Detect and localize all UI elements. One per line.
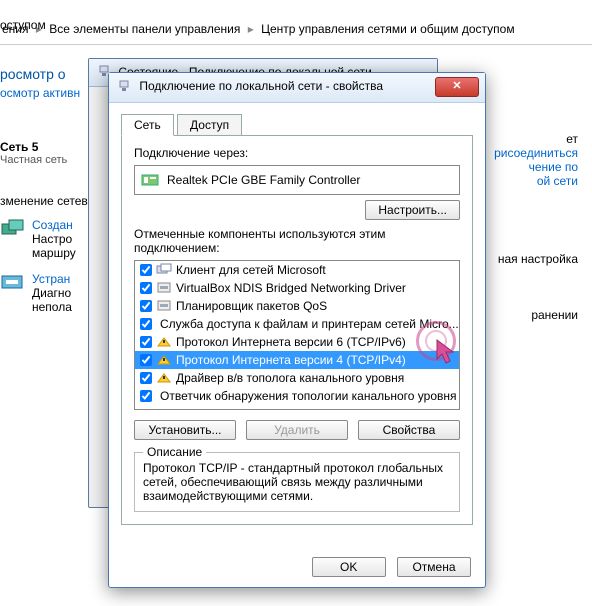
description-legend: Описание xyxy=(143,445,206,459)
item-label: Протокол Интернета версии 4 (TCP/IPv4) xyxy=(176,353,406,367)
list-item[interactable]: VirtualBox NDIS Bridged Networking Drive… xyxy=(135,279,459,297)
description-text: Протокол TCP/IP - стандартный протокол г… xyxy=(143,461,443,503)
protocol-icon xyxy=(156,335,172,349)
item-label: Ответчик обнаружения топологии канальног… xyxy=(160,389,457,403)
item-checkbox[interactable] xyxy=(140,336,152,348)
list-item[interactable]: Протокол Интернета версии 6 (TCP/IPv6) xyxy=(135,333,459,351)
item-label: Планировщик пакетов QoS xyxy=(176,299,327,313)
components-label: Отмеченные компоненты используются этим … xyxy=(134,227,460,255)
breadcrumb-item[interactable]: Все элементы панели управления xyxy=(49,22,240,36)
right-panel-partial: ет рисоединиться чение по ой сети ная на… xyxy=(494,132,578,322)
item-checkbox[interactable] xyxy=(140,300,152,312)
tab-network[interactable]: Сеть xyxy=(121,114,174,136)
adapter-icon xyxy=(141,171,161,189)
service-icon xyxy=(156,299,172,313)
properties-dialog: Подключение по локальной сети - свойства… xyxy=(108,72,486,588)
dialog-title: Подключение по локальной сети - свойства xyxy=(139,79,383,93)
list-item[interactable]: Планировщик пакетов QoS xyxy=(135,297,459,315)
ok-button[interactable]: OK xyxy=(312,557,386,577)
configure-button[interactable]: Настроить... xyxy=(365,200,460,220)
breadcrumb: ения ▸ Все элементы панели управления ▸ … xyxy=(0,14,592,45)
breadcrumb-item[interactable]: Центр управления сетями и общим доступом xyxy=(261,22,515,36)
network-icon xyxy=(117,79,131,93)
service-icon xyxy=(156,281,172,295)
list-item[interactable]: Клиент для сетей Microsoft xyxy=(135,261,459,279)
item-checkbox[interactable] xyxy=(140,264,152,276)
item-checkbox[interactable] xyxy=(140,318,152,330)
item-label: Служба доступа к файлам и принтерам сете… xyxy=(160,317,459,331)
window-title-partial: оступом xyxy=(0,14,46,32)
components-list[interactable]: Клиент для сетей Microsoft VirtualBox ND… xyxy=(134,260,460,410)
description-text: непола xyxy=(32,300,72,314)
item-checkbox[interactable] xyxy=(140,372,152,384)
create-connection-link[interactable]: Создан xyxy=(32,218,73,232)
item-label: Драйвер в/в тополога канального уровня xyxy=(176,371,404,385)
new-connection-icon xyxy=(0,218,28,240)
adapter-field[interactable]: Realtek PCIe GBE Family Controller xyxy=(134,165,460,195)
titlebar[interactable]: Подключение по локальной сети - свойства… xyxy=(109,73,485,103)
description-text: маршру xyxy=(32,246,76,260)
troubleshoot-link[interactable]: Устран xyxy=(32,272,70,286)
close-icon: ✕ xyxy=(452,80,461,92)
page-heading-partial: росмотр о xyxy=(0,66,66,82)
list-item[interactable]: Драйвер в/в тополога канального уровня xyxy=(135,369,459,387)
description-text: Диагно xyxy=(32,286,71,300)
item-checkbox[interactable] xyxy=(140,354,152,366)
item-label: Клиент для сетей Microsoft xyxy=(176,263,326,277)
client-icon xyxy=(156,263,172,277)
description-group: Описание Протокол TCP/IP - стандартный п… xyxy=(134,452,460,512)
item-label: Протокол Интернета версии 6 (TCP/IPv6) xyxy=(176,335,406,349)
connect-via-label: Подключение через: xyxy=(134,146,460,160)
close-button[interactable]: ✕ xyxy=(435,77,479,97)
chevron-right-icon: ▸ xyxy=(248,22,254,36)
protocol-icon xyxy=(156,371,172,385)
item-label: VirtualBox NDIS Bridged Networking Drive… xyxy=(176,281,406,295)
item-checkbox[interactable] xyxy=(140,390,152,402)
list-item-selected[interactable]: Протокол Интернета версии 4 (TCP/IPv4) xyxy=(135,351,459,369)
remove-button: Удалить xyxy=(246,420,348,440)
properties-button[interactable]: Свойства xyxy=(358,420,460,440)
install-button[interactable]: Установить... xyxy=(134,420,236,440)
list-item[interactable]: Служба доступа к файлам и принтерам сете… xyxy=(135,315,459,333)
tab-access[interactable]: Доступ xyxy=(177,114,242,135)
protocol-icon xyxy=(156,353,172,367)
description-text: Настро xyxy=(32,232,72,246)
cancel-button[interactable]: Отмена xyxy=(397,557,471,577)
list-item[interactable]: Ответчик обнаружения топологии канальног… xyxy=(135,387,459,405)
adapter-name: Realtek PCIe GBE Family Controller xyxy=(167,173,360,187)
troubleshoot-icon xyxy=(0,272,28,294)
item-checkbox[interactable] xyxy=(140,282,152,294)
